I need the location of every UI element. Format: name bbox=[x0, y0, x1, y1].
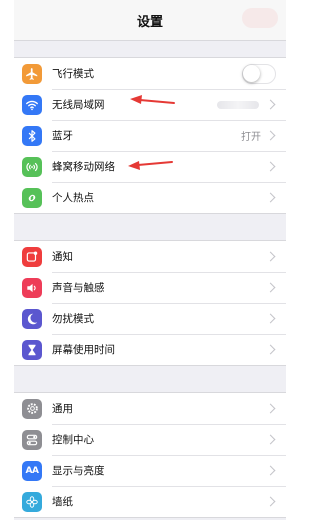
settings-row-hotspot[interactable]: 个人热点 bbox=[14, 182, 286, 213]
settings-row-label: 通知 bbox=[52, 251, 73, 263]
bluetooth-icon bbox=[22, 125, 42, 146]
chevron-right-icon bbox=[265, 344, 276, 355]
chevron-right-icon bbox=[265, 465, 276, 476]
settings-row-label: 显示与亮度 bbox=[52, 465, 105, 477]
page-title: 设置 bbox=[136, 14, 163, 30]
chevron-right-icon bbox=[265, 313, 276, 324]
hotspot-icon bbox=[22, 187, 42, 208]
chevron-right-icon bbox=[265, 192, 276, 203]
settings-row-do-not-disturb[interactable]: 勿扰模式 bbox=[14, 303, 286, 334]
settings-row-wallpaper[interactable]: 墙纸 bbox=[14, 486, 286, 517]
settings-row-label: 声音与触感 bbox=[52, 282, 105, 294]
sound-icon bbox=[22, 277, 42, 298]
cellular-icon bbox=[22, 156, 42, 177]
chevron-right-icon bbox=[265, 434, 276, 445]
settings-row-label: 屏幕使用时间 bbox=[52, 344, 115, 356]
settings-row-label: 个人热点 bbox=[52, 192, 94, 204]
settings-row-label: 飞行模式 bbox=[52, 68, 94, 80]
bluetooth-status: 打开 bbox=[241, 132, 261, 143]
gear-icon bbox=[22, 398, 42, 419]
settings-row-display[interactable]: AA 显示与亮度 bbox=[14, 455, 286, 486]
blurred-network-name bbox=[217, 100, 259, 109]
settings-row-label: 勿扰模式 bbox=[52, 313, 94, 325]
chevron-right-icon bbox=[265, 251, 276, 262]
airplane-mode-toggle[interactable] bbox=[242, 63, 276, 84]
hourglass-icon bbox=[22, 339, 42, 360]
chevron-right-icon bbox=[265, 403, 276, 414]
notification-icon bbox=[22, 246, 42, 267]
moon-icon bbox=[22, 308, 42, 329]
connectivity-group: 飞行模式 无线局域网 蓝牙 打开 蜂窝移动网络 个人热点 bbox=[14, 57, 286, 214]
settings-row-screen-time[interactable]: 屏幕使用时间 bbox=[14, 334, 286, 365]
general-group: 通用 控制中心 AA 显示与亮度 墙纸 bbox=[14, 392, 286, 518]
chevron-right-icon bbox=[265, 496, 276, 507]
settings-row-label: 通用 bbox=[52, 403, 73, 415]
annotation-arrow-cellular bbox=[128, 161, 173, 170]
chevron-right-icon bbox=[265, 282, 276, 293]
chevron-right-icon bbox=[265, 130, 276, 141]
wallpaper-icon bbox=[22, 491, 42, 512]
settings-row-control-center[interactable]: 控制中心 bbox=[14, 424, 286, 455]
wifi-icon bbox=[22, 94, 42, 115]
settings-row-bluetooth[interactable]: 蓝牙 打开 bbox=[14, 120, 286, 151]
chevron-right-icon bbox=[265, 161, 276, 172]
settings-row-general[interactable]: 通用 bbox=[14, 393, 286, 424]
settings-row-label: 控制中心 bbox=[52, 434, 94, 446]
display-icon: AA bbox=[22, 460, 42, 481]
notifications-group: 通知 声音与触感 勿扰模式 屏幕使用时间 bbox=[14, 240, 286, 366]
blurred-region bbox=[242, 8, 278, 28]
navigation-bar: 设置 bbox=[14, 0, 286, 41]
settings-row-label: 墙纸 bbox=[52, 496, 73, 508]
settings-screen: 设置 飞行模式 无线局域网 蓝牙 打开 蜂窝移动网络 个人热点 通知 声音与触感… bbox=[14, 0, 286, 520]
annotation-arrow-wifi bbox=[130, 95, 175, 104]
settings-row-notifications[interactable]: 通知 bbox=[14, 241, 286, 272]
control-center-icon bbox=[22, 429, 42, 450]
settings-row-label: 蓝牙 bbox=[52, 130, 73, 142]
settings-row-airplane-mode[interactable]: 飞行模式 bbox=[14, 58, 286, 89]
chevron-right-icon bbox=[265, 99, 276, 110]
airplane-icon bbox=[22, 63, 42, 84]
settings-row-sounds[interactable]: 声音与触感 bbox=[14, 272, 286, 303]
